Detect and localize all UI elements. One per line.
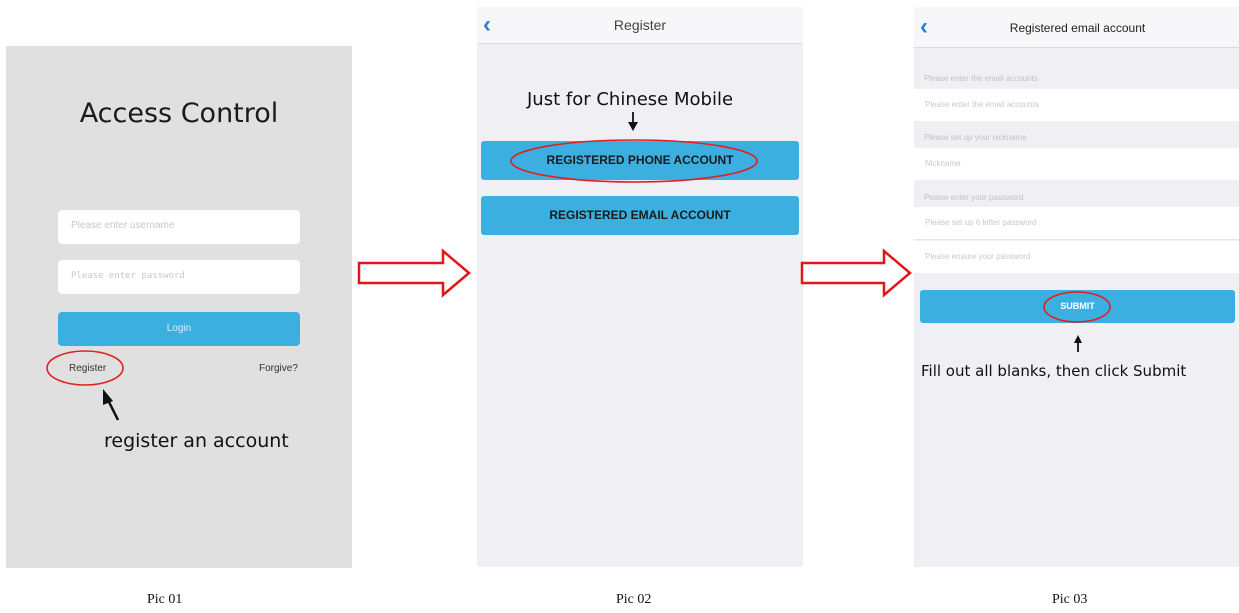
caption-pic-03: Pic 03 <box>1052 592 1088 607</box>
caption-pic-02: Pic 02 <box>616 592 652 607</box>
submit-pointer-arrow <box>1074 335 1082 352</box>
caption-pic-01: Pic 01 <box>147 592 183 607</box>
submit-highlight-ellipse <box>1043 291 1111 323</box>
pic3-overlay <box>1043 291 1111 352</box>
